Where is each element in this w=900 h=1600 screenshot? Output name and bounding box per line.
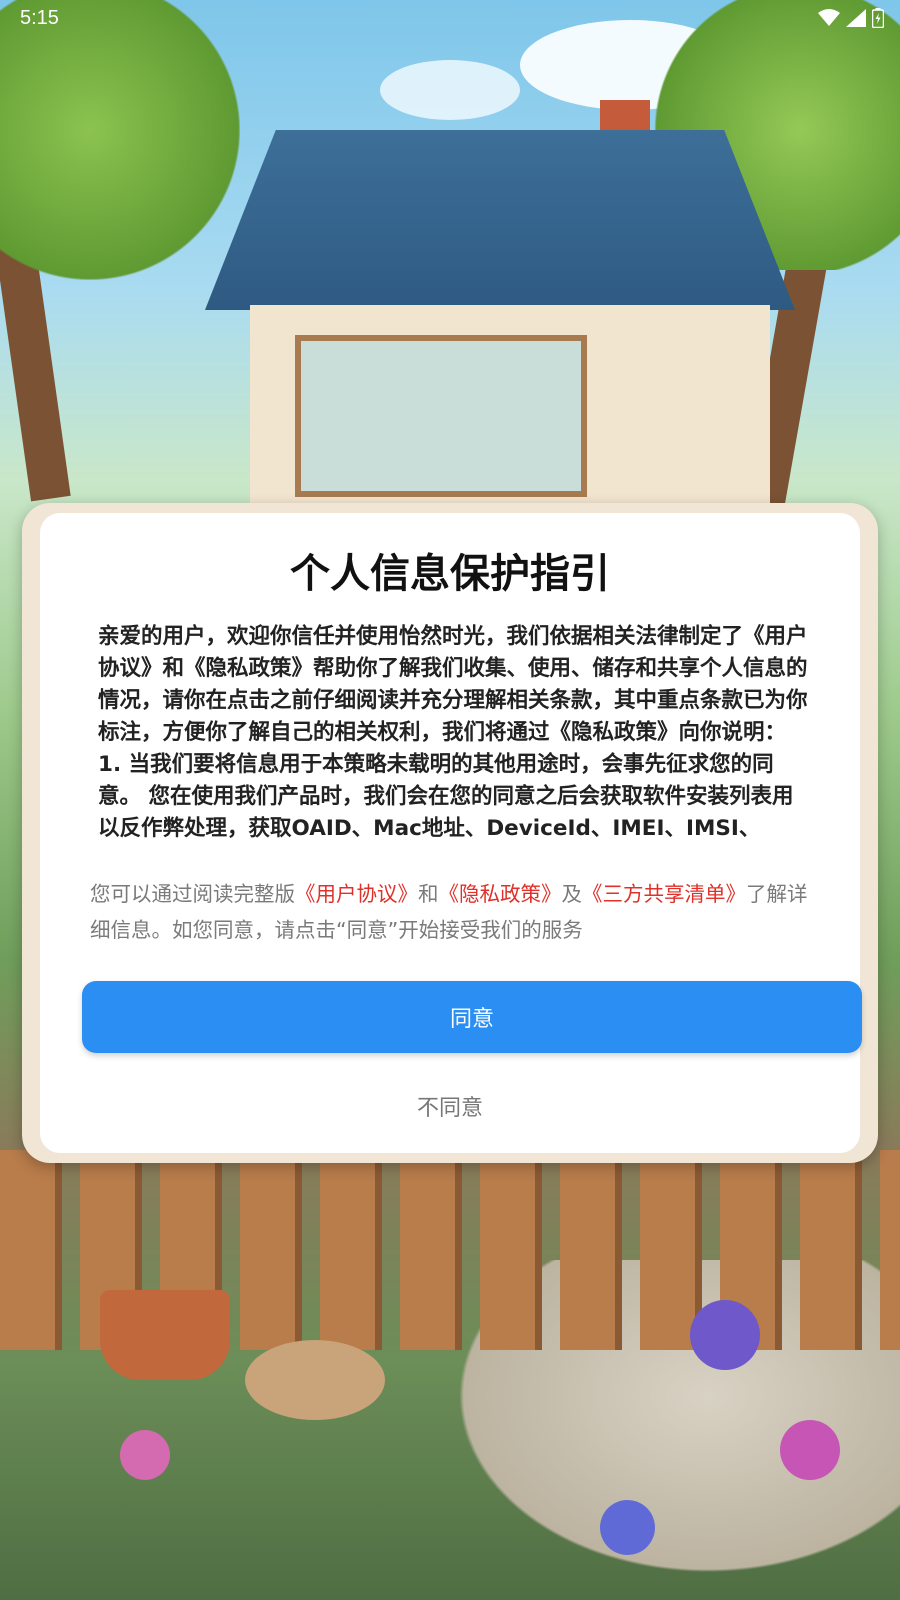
note-text: 及	[561, 882, 583, 906]
dialog-note: 您可以通过阅读完整版《用户协议》和《隐私政策》及《三方共享清单》了解详细信息。如…	[90, 876, 820, 948]
note-text: 您可以通过阅读完整版	[90, 882, 295, 906]
body-paragraph: 1. 当我们要将信息用于本策略未载明的其他用途时，会事先征求您的同意。 您在使用…	[98, 752, 794, 841]
status-bar: 5:15	[0, 0, 900, 36]
flower	[600, 1500, 655, 1555]
body-paragraph: 亲爱的用户，欢迎你信任并使用怡然时光，我们依据相关法律制定了《用户协议》和《隐私…	[98, 624, 808, 745]
privacy-dialog-frame: 个人信息保护指引 亲爱的用户，欢迎你信任并使用怡然时光，我们依据相关法律制定了《…	[22, 503, 878, 1163]
privacy-policy-link[interactable]: 《隐私政策》	[439, 882, 562, 906]
privacy-dialog: 个人信息保护指引 亲爱的用户，欢迎你信任并使用怡然时光，我们依据相关法律制定了《…	[40, 513, 862, 1153]
flower-pot	[100, 1290, 230, 1380]
flower	[120, 1430, 170, 1480]
house-window	[295, 335, 587, 497]
disagree-button[interactable]: 不同意	[350, 1081, 550, 1131]
tree-stump	[245, 1340, 385, 1420]
cloud	[380, 60, 520, 120]
dialog-title: 个人信息保护指引	[290, 551, 610, 597]
note-text: 和	[418, 882, 439, 906]
user-agreement-link[interactable]: 《用户协议》	[295, 882, 418, 906]
third-party-list-link[interactable]: 《三方共享清单》	[582, 882, 746, 906]
flower	[690, 1300, 760, 1370]
signal-icon	[846, 9, 866, 27]
flower	[780, 1420, 840, 1480]
agree-button[interactable]: 同意	[82, 981, 862, 1053]
tree-canopy	[0, 0, 240, 280]
dialog-body-scroll[interactable]: 亲爱的用户，欢迎你信任并使用怡然时光，我们依据相关法律制定了《用户协议》和《隐私…	[98, 621, 810, 863]
status-time: 5:15	[20, 7, 59, 29]
wifi-icon	[818, 9, 840, 26]
house-roof	[205, 130, 795, 310]
app-screen: 5:15 个人信息保护指引 亲爱的用户，欢迎你信任并使用怡然时光，我们依据相关法…	[0, 0, 900, 1600]
status-icons	[818, 8, 884, 28]
battery-icon	[872, 8, 884, 28]
